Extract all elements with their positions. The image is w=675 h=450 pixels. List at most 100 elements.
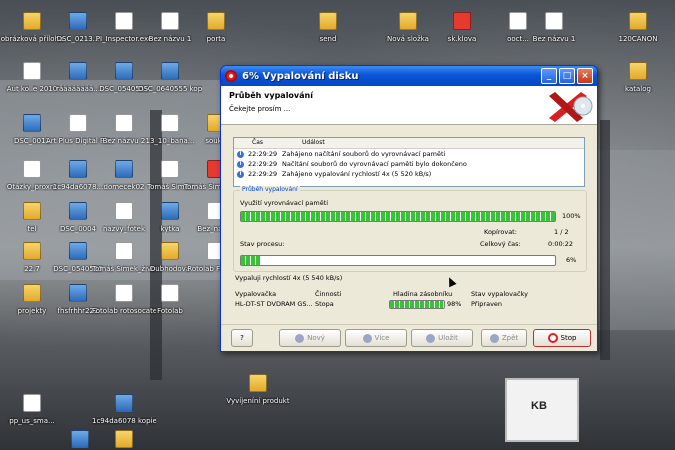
stop-icon xyxy=(547,333,558,343)
info-icon: i xyxy=(237,170,244,178)
close-button[interactable]: × xyxy=(577,68,593,84)
event-log[interactable]: Čas Událost i 22:29:29 Zahájeno načítání… xyxy=(233,137,585,187)
desktop-icon[interactable]: sk.klova xyxy=(430,10,494,50)
desktop-icon-label: DSC_0640555 kopie xyxy=(138,85,202,93)
doc-icon xyxy=(161,114,179,132)
window-title: 6% Vypalování disku xyxy=(242,70,359,82)
img-icon xyxy=(69,242,87,260)
new-label: Nový xyxy=(307,334,325,342)
desktop-icon[interactable]: Bez názvu 1 xyxy=(522,10,586,50)
recorder-status: Připraven xyxy=(471,300,503,308)
desktop-icon[interactable]: katalog xyxy=(606,60,670,100)
log-event: Načítání souborů do vyrovnávací paměti b… xyxy=(282,160,467,168)
doc-icon xyxy=(161,160,179,178)
doc-icon xyxy=(161,284,179,302)
recorder-name: HL-DT-ST DVDRAM GS... xyxy=(235,300,313,308)
minimize-button[interactable]: _ xyxy=(541,68,557,84)
doc-icon xyxy=(69,114,87,132)
folder-icon xyxy=(23,242,41,260)
log-row: i 22:29:29 Načítání souborů do vyrovnáva… xyxy=(234,159,584,169)
desktop-icon[interactable]: Vyvíjeníní produkt xyxy=(226,372,290,412)
buffer-percent: 100% xyxy=(562,212,581,220)
folder-icon xyxy=(629,62,647,80)
buffer-progress-bar xyxy=(240,211,556,222)
doc-icon xyxy=(161,12,179,30)
back-button[interactable]: Zpět xyxy=(481,329,527,347)
desktop-icon[interactable]: DSC_0640555 kopie xyxy=(138,60,202,100)
back-icon xyxy=(489,333,499,343)
img-icon xyxy=(161,62,179,80)
state-progress-bar xyxy=(240,255,556,266)
img-icon xyxy=(115,62,133,80)
save-icon xyxy=(426,333,436,343)
state-percent: 6% xyxy=(566,256,577,264)
desktop-icon[interactable]: porta xyxy=(184,10,248,50)
copy-label: Kopírovat: xyxy=(484,228,517,236)
new-icon xyxy=(295,333,305,343)
background-pillar-right xyxy=(600,120,610,360)
desktop-icon-label: sk.klova xyxy=(447,35,477,43)
desktop-icon[interactable]: fhsfrhhr333 xyxy=(48,428,112,450)
img-icon xyxy=(23,114,41,132)
save-button[interactable]: Uložit xyxy=(411,329,473,347)
doc-icon xyxy=(545,12,563,30)
folder-icon xyxy=(115,430,133,448)
img-icon xyxy=(71,430,89,448)
log-event: Zahájeno vypalování rychlostí 4x (5 520 … xyxy=(282,170,432,178)
header-title: Průběh vypalování xyxy=(229,91,313,100)
folder-icon xyxy=(399,12,417,30)
nero-logo-icon xyxy=(549,92,593,122)
column-recorder: Vypalovačka xyxy=(235,290,277,298)
folder-icon xyxy=(249,374,267,392)
folder-icon xyxy=(23,202,41,220)
burn-progress-window[interactable]: 6% Vypalování disku _ □ × Průběh vypalov… xyxy=(220,65,598,352)
desktop-icon[interactable]: pp_us_sma... xyxy=(0,392,64,432)
buffer-progress-fill xyxy=(241,212,555,221)
title-bar[interactable]: 6% Vypalování disku _ □ × xyxy=(221,66,597,86)
recorder-buffer-fill xyxy=(390,301,443,308)
desktop-icon-label: 1c94da6078 kopie xyxy=(92,417,156,425)
elapsed-value: 0:00:22 xyxy=(548,240,574,248)
help-label: ? xyxy=(240,334,244,342)
stop-button[interactable]: Stop xyxy=(533,329,591,347)
column-recorder-status: Stav vypalovačky xyxy=(471,290,528,298)
img-icon xyxy=(115,394,133,412)
column-buffer-level: Hladina zásobníku xyxy=(393,290,453,298)
log-time: 22:29:29 xyxy=(248,160,278,168)
help-button[interactable]: ? xyxy=(231,329,253,347)
log-row: i 22:29:29 Zahájeno vypalování rychlostí… xyxy=(234,169,584,179)
recorder-table[interactable]: Vypalovačka Činnosti Hladina zásobníku S… xyxy=(233,288,585,314)
img-icon xyxy=(161,202,179,220)
desktop-icon[interactable]: send xyxy=(296,10,360,50)
state-label: Stav procesu: xyxy=(240,240,285,248)
recorder-buffer-percent: 98% xyxy=(447,300,462,308)
state-progress-fill xyxy=(241,256,260,265)
img-icon xyxy=(69,62,87,80)
log-event: Zahájeno načítání souborů do vyrovnávací… xyxy=(282,150,446,158)
maximize-button[interactable]: □ xyxy=(559,68,575,84)
desktop-icon-label: Fotolab xyxy=(157,307,183,315)
more-label: Více xyxy=(374,334,390,342)
desktop-icon-label: 120CANON xyxy=(618,35,658,43)
folder-icon xyxy=(161,242,179,260)
desktop-icon[interactable]: Fotolab xyxy=(138,282,202,322)
desktop-icon-label: Vyvíjeníní produkt xyxy=(226,397,290,405)
desktop-icon[interactable]: 1c94da6078 kopie xyxy=(92,392,156,432)
info-icon: i xyxy=(237,150,244,158)
elapsed-label: Celkový čas: xyxy=(480,240,521,248)
back-label: Zpět xyxy=(501,334,519,342)
more-button[interactable]: Více xyxy=(345,329,407,347)
view-icon xyxy=(362,333,372,343)
img-icon xyxy=(69,202,87,220)
desktop-icon[interactable]: 120CANON xyxy=(606,10,670,50)
burn-speed-text: Vypaluji rychlostí 4x (5 540 kB/s) xyxy=(235,274,343,282)
desktop-icon-label: porta xyxy=(206,35,226,43)
new-button[interactable]: Nový xyxy=(279,329,341,347)
burn-disc-icon xyxy=(225,70,237,82)
event-log-header: Čas Událost xyxy=(234,138,584,149)
column-time: Čas xyxy=(252,139,263,146)
header-subtitle: Čekejte prosím ... xyxy=(229,105,291,113)
doc-icon xyxy=(23,62,41,80)
img-icon xyxy=(69,284,87,302)
doc-icon xyxy=(115,284,133,302)
